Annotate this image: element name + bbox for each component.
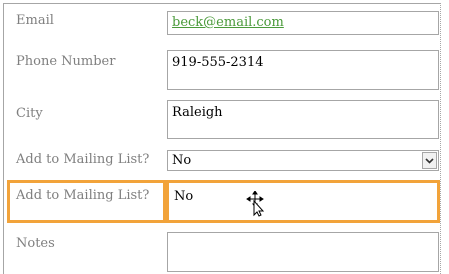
mailing-list-select-value: No — [172, 153, 192, 168]
city-value: Raleigh — [172, 105, 223, 120]
phone-number-label: Phone Number — [16, 54, 116, 69]
notes-label: Notes — [16, 236, 55, 251]
email-label: Email — [16, 13, 54, 28]
move-cursor-icon — [246, 191, 265, 217]
email-value[interactable]: beck@email.com — [172, 15, 284, 30]
mailing-list-selected-value: No — [174, 189, 194, 204]
dropdown-button[interactable] — [422, 152, 437, 169]
mailing-list-select[interactable]: No — [167, 150, 439, 171]
notes-field[interactable] — [167, 232, 439, 272]
mailing-list-label-selected: Add to Mailing List? — [16, 188, 150, 203]
city-label: City — [16, 106, 43, 121]
chevron-down-icon — [425, 157, 434, 164]
city-field[interactable]: Raleigh — [167, 100, 439, 139]
phone-number-value: 919-555-2314 — [172, 55, 264, 70]
email-field[interactable]: beck@email.com — [167, 11, 439, 35]
mailing-list-control-selected[interactable]: No — [166, 180, 440, 223]
mailing-list-label: Add to Mailing List? — [16, 152, 150, 167]
phone-number-field[interactable]: 919-555-2314 — [167, 50, 439, 90]
